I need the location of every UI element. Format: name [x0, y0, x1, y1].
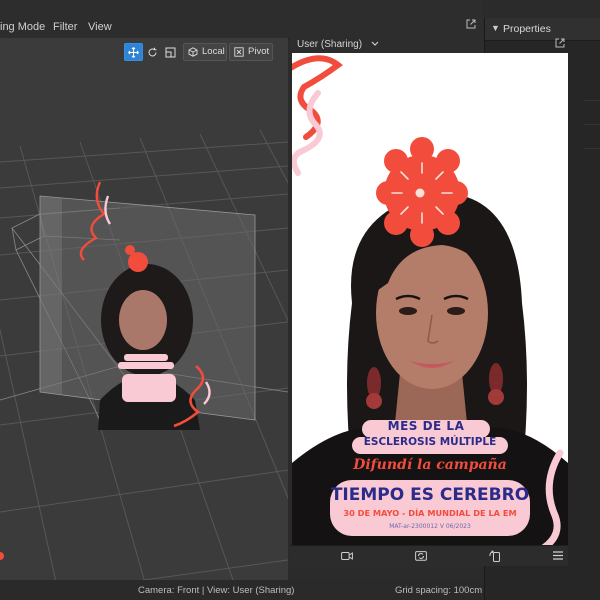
menu-item-mode[interactable]: ing Mode [0, 21, 45, 33]
properties-title: Properties [503, 23, 551, 35]
video-icon[interactable] [341, 551, 353, 561]
scale-tool-button[interactable] [161, 43, 180, 61]
collapse-arrow-icon[interactable]: ▼ [491, 23, 500, 33]
chevron-down-icon [371, 41, 379, 46]
external-link-icon[interactable] [466, 19, 476, 29]
status-bar: Camera: Front | View: User (Sharing) Gri… [0, 580, 484, 600]
move-tool-button[interactable] [124, 43, 143, 61]
move-icon [128, 46, 139, 58]
rotate-tool-button[interactable] [143, 43, 162, 61]
overlay-line4: TIEMPO ES CEREBRO [330, 485, 530, 505]
rotate-icon [148, 47, 157, 56]
local-label: Local [202, 46, 225, 57]
rotate-device-icon[interactable] [489, 550, 501, 562]
preview-view-label: User (Sharing) [297, 39, 363, 50]
menu-bar: ing Mode Filter View [0, 0, 483, 39]
camera-status: Camera: Front | View: User (Sharing) [138, 585, 295, 596]
camera-switch-icon[interactable] [415, 550, 427, 561]
local-space-button[interactable]: Local [183, 43, 227, 61]
grid-canvas [0, 129, 288, 600]
scene-viewport[interactable] [0, 38, 288, 600]
flower-sticker [376, 137, 468, 247]
menu-item-view[interactable]: View [88, 21, 112, 33]
grid-spacing-status: Grid spacing: 100cm [395, 585, 483, 596]
properties-header[interactable]: ▼ Properties [485, 18, 600, 41]
preview-footer [290, 545, 568, 566]
external-link-icon[interactable] [555, 38, 565, 48]
cube-icon [188, 47, 198, 57]
preview-scroll-area [568, 53, 584, 565]
overlay-line5: 30 DE MAYO - DÍA MUNDIAL DE LA EM [343, 508, 517, 518]
preview-frame[interactable]: MES DE LA ESCLEROSIS MÚLTIPLE Difundí la… [292, 53, 568, 545]
pivot-label: Pivot [248, 46, 270, 57]
close-box-icon [234, 47, 244, 57]
overlay-line1: MES DE LA [387, 419, 465, 433]
menu-icon[interactable] [553, 551, 563, 560]
scale-icon [165, 47, 176, 57]
pivot-button[interactable]: Pivot [229, 43, 273, 61]
overlay-line6: MAT-ar-2300012 V 06/2023 [389, 523, 471, 530]
overlay-line2: ESCLEROSIS MÚLTIPLE [363, 436, 497, 448]
menu-item-filter[interactable]: Filter [53, 21, 77, 33]
preview-view-selector[interactable]: User (Sharing) [297, 39, 379, 50]
overlay-line3: Difundí la campaña [353, 457, 507, 473]
